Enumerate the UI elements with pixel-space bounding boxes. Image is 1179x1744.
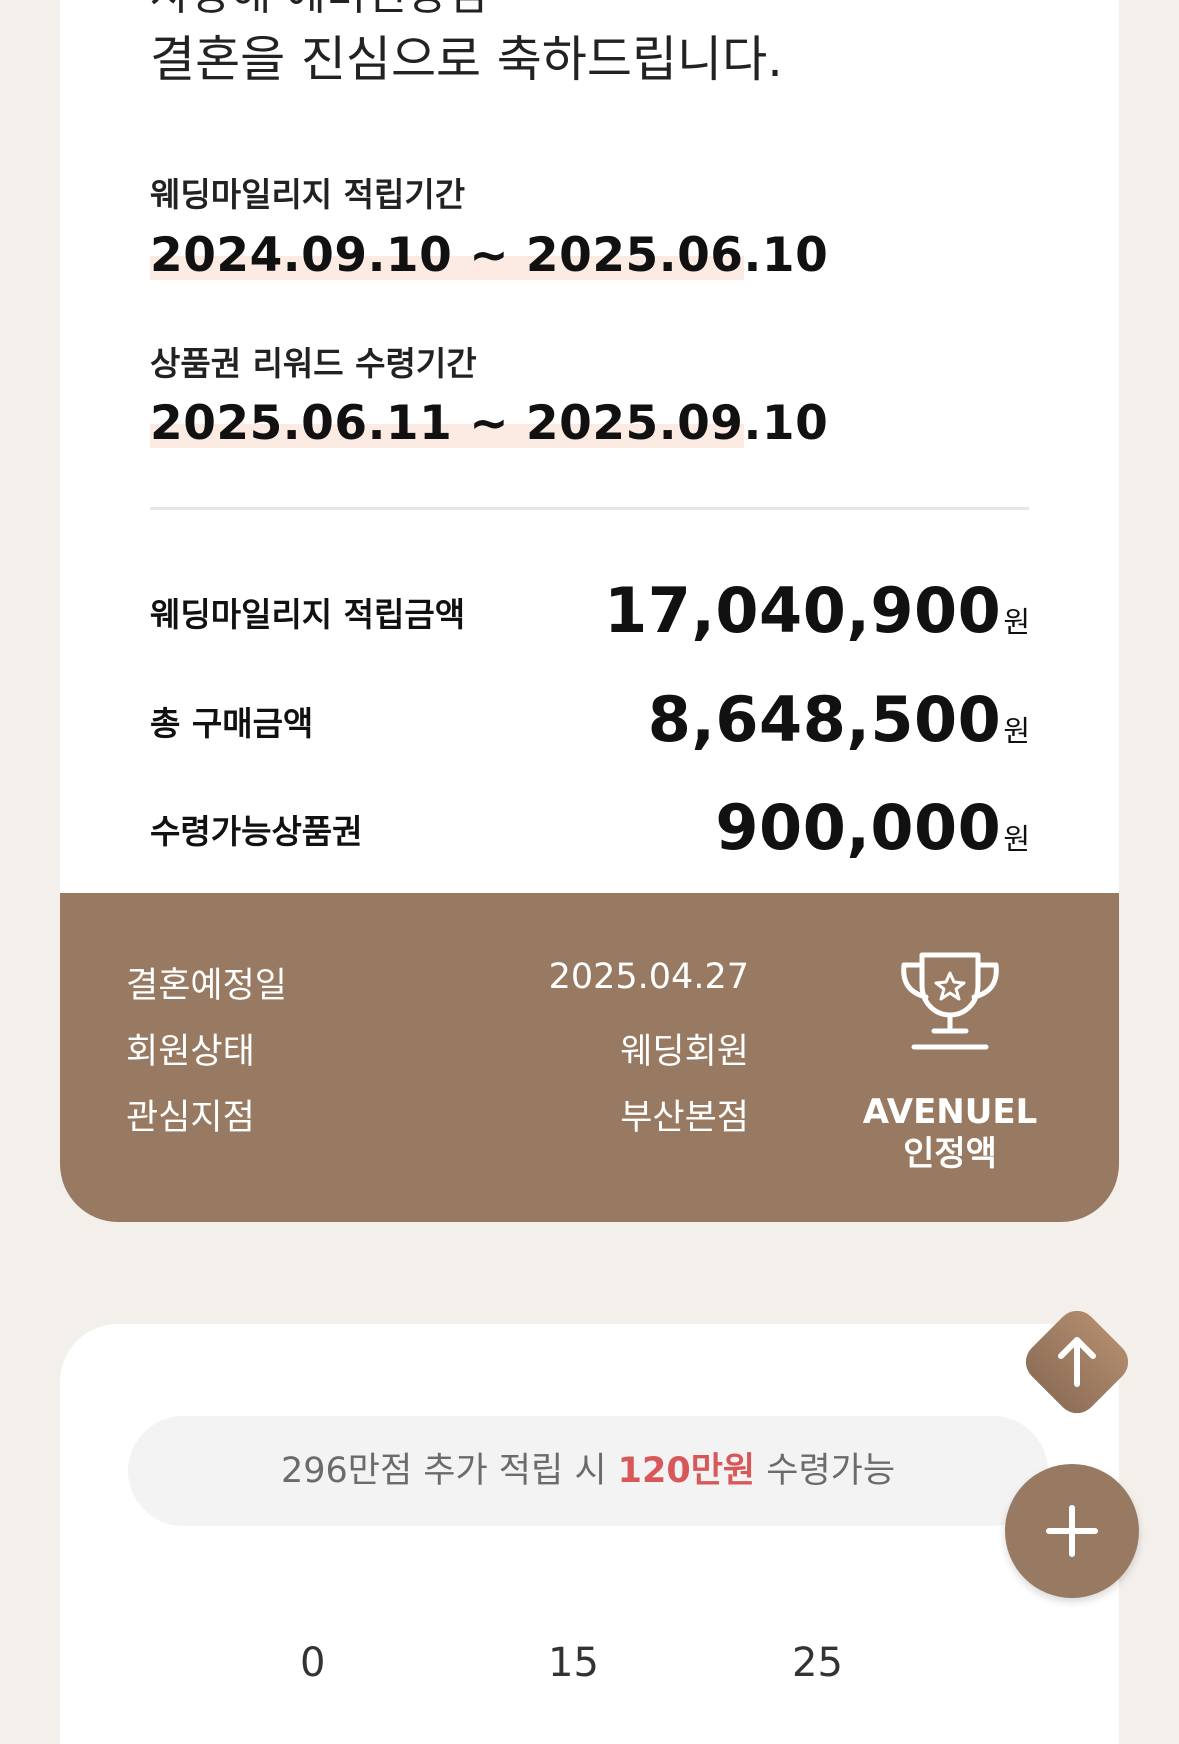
stat-unit: 원 <box>1003 714 1030 748</box>
info-value-member-status: 웨딩회원 <box>620 1032 749 1072</box>
scroll-to-top-button[interactable] <box>1015 1300 1139 1424</box>
stat-number: 17,040,900 <box>604 574 1002 647</box>
reward-notice-pill: 296만점 추가 적립 시 120만원 수령가능 <box>128 1416 1048 1526</box>
plus-icon <box>1046 1505 1098 1557</box>
info-label-member-status: 회원상태 <box>126 1032 255 1072</box>
avenuel-badge-title: AVENUEL <box>862 1092 1038 1132</box>
notice-highlight-amount: 120만원 <box>617 1451 756 1491</box>
reward-progress-card: 296만점 추가 적립 시 120만원 수령가능 0 15 25 <box>60 1324 1119 1744</box>
info-label-wedding-date: 결혼예정일 <box>126 966 288 1006</box>
stat-number: 8,648,500 <box>647 683 1002 756</box>
member-info-panel: 결혼예정일 2025.04.27 회원상태 웨딩회원 관심지점 부산본점 AVE… <box>60 893 1119 1222</box>
greeting-message: 결혼을 진심으로 축하드립니다. <box>150 31 783 88</box>
stat-value-mileage-amount: 17,040,900원 <box>604 574 1030 647</box>
info-value-favorite-store: 부산본점 <box>620 1098 749 1138</box>
trophy-icon <box>901 952 999 1050</box>
mileage-period-label: 웨딩마일리지 적립기간 <box>150 175 466 214</box>
mileage-period-value: 2024.09.10 ~ 2025.06.10 <box>150 228 829 283</box>
progress-scale-label: 25 <box>792 1640 843 1686</box>
notice-suffix: 수령가능 <box>755 1451 896 1491</box>
stat-unit: 원 <box>1003 822 1030 856</box>
avenuel-badge-subtitle: 인정액 <box>903 1134 997 1174</box>
info-value-wedding-date: 2025.04.27 <box>548 957 749 997</box>
add-button[interactable] <box>1005 1464 1139 1598</box>
stat-label-total-purchase: 총 구매금액 <box>150 704 314 743</box>
wedding-summary-card: 사랑해 예비신랑님 결혼을 진심으로 축하드립니다. 웨딩마일리지 적립기간 2… <box>60 0 1119 1222</box>
stat-value-available-voucher: 900,000원 <box>715 791 1030 864</box>
stat-label-available-voucher: 수령가능상품권 <box>150 812 363 851</box>
stat-value-total-purchase: 8,648,500원 <box>648 683 1030 756</box>
progress-scale-label: 0 <box>300 1640 326 1686</box>
greeting-partial-line: 사랑해 예비신랑님 <box>150 0 488 22</box>
notice-prefix: 296만점 추가 적립 시 <box>280 1451 618 1491</box>
avenuel-badge: AVENUEL 인정액 <box>840 1091 1060 1175</box>
section-divider <box>150 507 1029 510</box>
info-label-favorite-store: 관심지점 <box>126 1098 255 1138</box>
reward-period-value: 2025.06.11 ~ 2025.09.10 <box>150 396 829 451</box>
reward-period-label: 상품권 리워드 수령기간 <box>150 344 477 383</box>
progress-scale-label: 15 <box>548 1640 599 1686</box>
stat-unit: 원 <box>1003 605 1030 639</box>
stat-number: 900,000 <box>715 791 1002 864</box>
stat-label-mileage-amount: 웨딩마일리지 적립금액 <box>150 595 466 634</box>
